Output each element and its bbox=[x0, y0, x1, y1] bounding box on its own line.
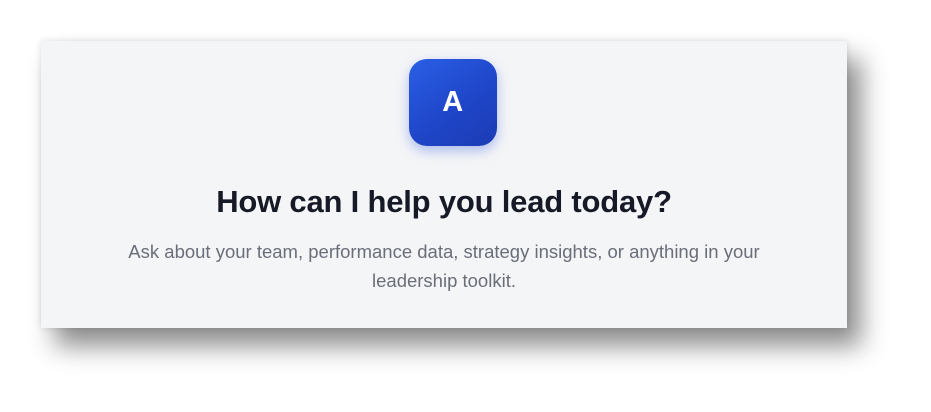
assistant-avatar: A bbox=[409, 59, 497, 146]
welcome-subtitle: Ask about your team, performance data, s… bbox=[128, 241, 760, 291]
welcome-card: A How can I help you lead today? Ask abo… bbox=[41, 41, 847, 328]
welcome-title: How can I help you lead today? bbox=[216, 184, 672, 219]
avatar-letter: A bbox=[442, 86, 464, 118]
